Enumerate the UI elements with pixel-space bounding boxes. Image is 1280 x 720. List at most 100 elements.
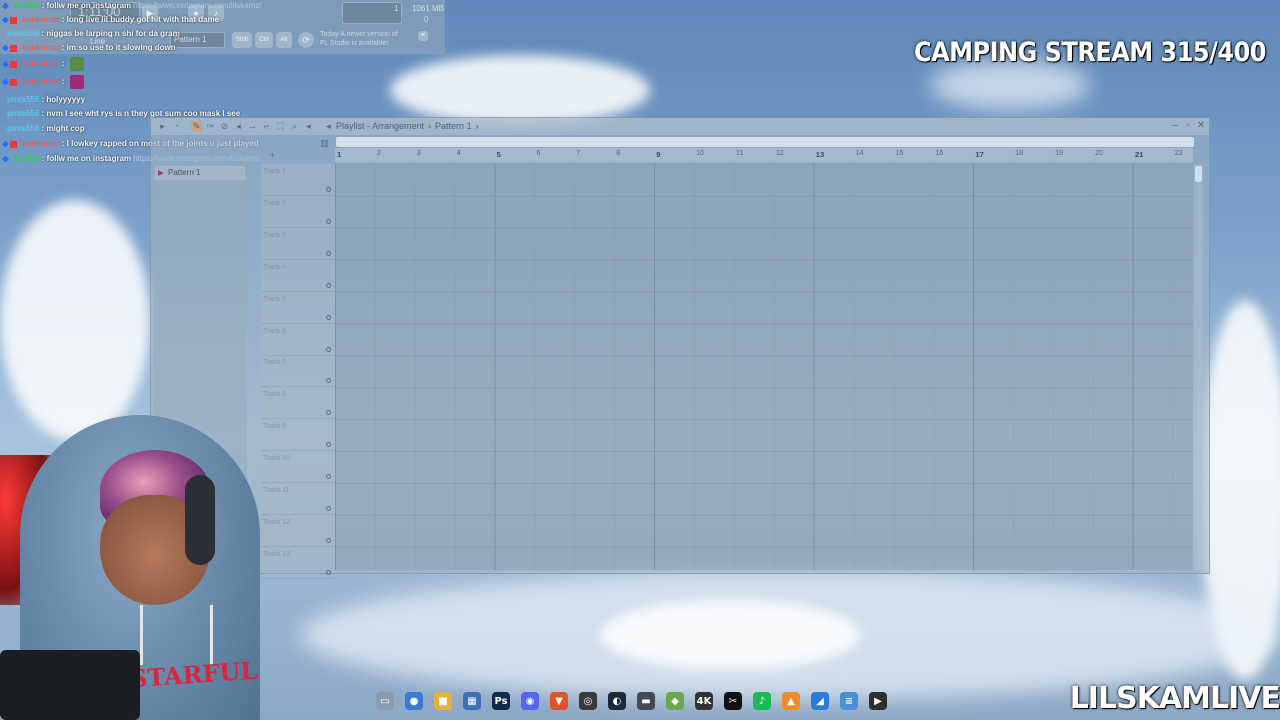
track-header[interactable]: Track 5 [261,292,335,324]
vertical-scrollbar[interactable] [1194,164,1203,570]
magnet-icon[interactable]: ◔ [171,121,182,132]
track-header[interactable]: Track 1 [261,164,335,196]
chat-username[interactable]: pints556 [7,108,39,120]
bar-number: 7 [576,150,581,157]
window-menu-icon[interactable]: ◂ [323,121,334,132]
track-mute-led-icon[interactable] [326,218,331,224]
chat-username[interactable]: konkorror [22,138,60,150]
cloud-shape [930,60,1090,110]
photoshop-icon[interactable]: Ps [492,692,510,710]
task-view-icon[interactable]: ▭ [376,692,394,710]
bar-number: 5 [496,150,501,159]
track-mute-led-icon[interactable] [326,250,331,256]
bar-number: 15 [895,150,904,157]
bar-number: 11 [736,150,744,157]
chat-username[interactable]: BotRix [14,0,40,12]
cloud-shape [390,55,650,125]
brave-icon[interactable]: ▼ [550,692,568,710]
file-explorer-icon[interactable]: ■ [434,692,452,710]
pattern-list-item[interactable]: Pattern 1 [155,166,245,180]
paint-tool-icon[interactable]: ✑ [205,121,216,132]
chat-username[interactable]: konkorror [22,58,60,70]
store-icon[interactable]: ▦ [463,692,481,710]
slip-tool-icon[interactable]: ↔ [247,121,258,132]
track-mute-led-icon[interactable] [326,378,331,384]
timeline-ruler[interactable]: 1 2 3 4 5 6 7 8 9 10 11 12 13 14 15 16 17 18 19 20 21 22 [335,148,1193,162]
chat-link[interactable]: https://www.instagram.com/lilskamz/ [133,0,261,12]
track-name: Track 4 [263,263,287,271]
app-icon[interactable]: ▬ [637,692,655,710]
chat-username[interactable]: pints556 [7,94,39,106]
delete-tool-icon[interactable]: ⊘ [219,121,230,132]
shift-button[interactable]: Shift [232,32,252,48]
chat-username[interactable]: pints556 [7,123,39,135]
chat-text: : follw me on instagram [41,1,132,10]
notepad-icon[interactable]: ≡ [840,692,858,710]
add-icon[interactable]: + [267,150,278,161]
track-mute-led-icon[interactable] [326,314,331,320]
title-separator: › [428,121,432,131]
obs-icon[interactable]: ◎ [579,692,597,710]
track-header[interactable]: Track 2 [261,196,335,228]
chat-username[interactable]: konkorror [22,14,60,26]
scroll-thumb[interactable] [1195,166,1202,182]
capcut-icon[interactable]: ✂ [724,692,742,710]
track-mute-led-icon[interactable] [326,282,331,288]
horizontal-scrollbar[interactable] [336,137,1194,147]
close-icon[interactable]: ✕ [1195,120,1207,132]
playlist-title: Playlist - Arrangement › Pattern 1 › [336,121,483,131]
discord-icon[interactable]: ◉ [521,692,539,710]
cloud-shape [600,600,860,670]
zoom-tool-icon[interactable]: ⌕ [289,121,300,132]
chat-message: BotRix: follw me on instagramhttps://www… [2,0,262,12]
playback-tool-icon[interactable]: ◂ [303,121,314,132]
track-name: Track 2 [263,199,287,207]
moderator-badge-icon [2,16,9,24]
bar-number: 2 [376,150,381,157]
mute-tool-icon[interactable]: ◂ [233,121,244,132]
track-header[interactable]: Track 6 [261,324,335,356]
cpu-value: 1 [394,4,399,13]
maximize-icon[interactable]: ▫ [1182,120,1194,132]
minimize-icon[interactable]: – [1169,120,1181,132]
chrome-icon[interactable]: ● [405,692,423,710]
steam-icon[interactable]: ◐ [608,692,626,710]
chat-username[interactable]: BotRix [14,153,40,165]
track-mute-led-icon[interactable] [326,346,331,352]
chat-username[interactable]: pints556 [7,28,39,40]
track-header[interactable]: Track 3 [261,228,335,260]
moderator-badge-icon [2,60,9,68]
title-separator: › [475,121,479,131]
polyphony-value: 0 [424,15,429,24]
bar-number: 16 [935,150,944,157]
close-hint-icon[interactable]: ✕ [418,31,428,41]
slice-tool-icon[interactable]: ⌐ [261,121,272,132]
track-header[interactable]: Track 7 [261,355,335,388]
chat-username[interactable]: konkorror [22,76,60,88]
track-header[interactable]: Track 4 [261,260,335,292]
chat-badges [2,2,9,10]
subscriber-badge-icon [10,140,17,148]
chat-message: pints556: niggas be larping n shi for da… [2,28,180,40]
select-tool-icon[interactable]: ⛶ [275,121,286,132]
arrangement-grid[interactable] [335,164,1193,570]
layers-icon[interactable]: ◆ [666,692,684,710]
alt-button[interactable]: Alt [276,32,292,48]
track-mute-led-icon[interactable] [326,187,331,192]
ctrl-button[interactable]: Ctrl [255,32,273,48]
chat-message: pints556: might cop [2,123,85,135]
hint-line-2: FL Studio is available! [320,40,389,47]
chat-badges [2,140,17,148]
subscriber-badge-icon [10,78,17,86]
editor-icon[interactable]: ◢ [811,692,829,710]
spotify-icon[interactable]: ♪ [753,692,771,710]
media-player-icon[interactable]: ▶ [869,692,887,710]
playlist-titlebar[interactable]: ▸ ◔ ✎ ✑ ⊘ ◂ ↔ ⌐ ⛶ ⌕ ◂ ◂ Playlist - Arran… [151,118,1209,135]
chat-username[interactable]: konkorror [22,42,60,54]
piano-icon[interactable]: ▥ [319,138,330,149]
draw-tool-icon[interactable]: ✎ [191,121,202,132]
cover-icon[interactable]: 4K [695,692,713,710]
menu-arrow-icon[interactable]: ▸ [157,121,168,132]
fl-studio-icon[interactable]: ▲ [782,692,800,710]
hint-icon: ⟳ [298,32,314,48]
